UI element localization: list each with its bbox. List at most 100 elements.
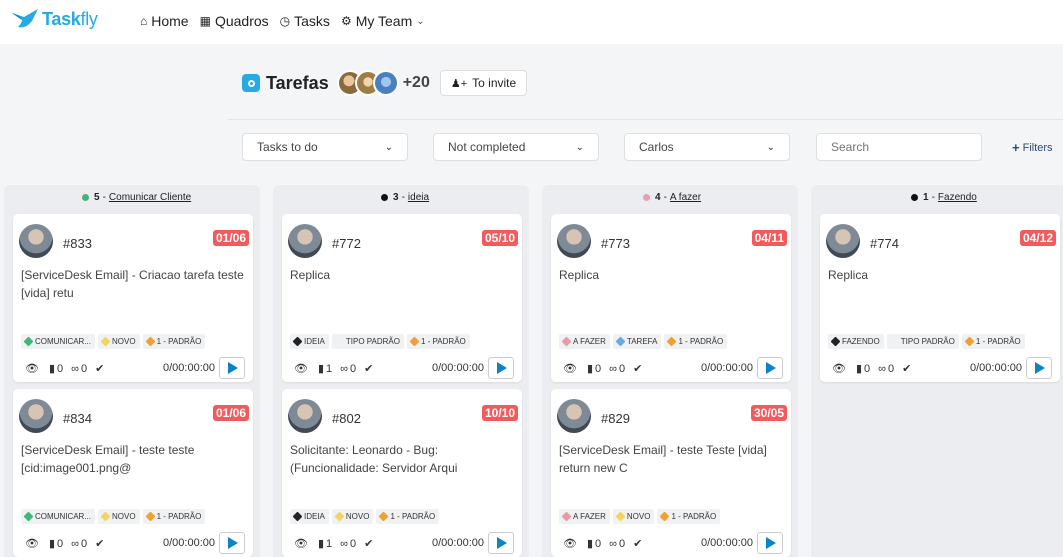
- paperclip-icon: ∞: [340, 537, 348, 550]
- play-timer-button[interactable]: [757, 532, 783, 554]
- play-timer-button[interactable]: [757, 357, 783, 379]
- task-id: #829: [601, 411, 630, 426]
- due-date-badge: 01/06: [212, 405, 249, 421]
- column-header: 4- A fazer: [643, 192, 701, 203]
- task-description: Replica: [290, 268, 331, 282]
- board-header: Tarefas +20 ♟+ To invite: [242, 70, 528, 96]
- check-icon: ✔: [95, 363, 105, 375]
- play-timer-button[interactable]: [1026, 357, 1052, 379]
- play-icon: [766, 537, 776, 549]
- task-description: [ServiceDesk Email] - teste teste [cid:i…: [21, 443, 195, 475]
- avatar: [19, 399, 53, 433]
- column-name-link[interactable]: ideia: [408, 192, 429, 203]
- card-meta: 👁 ▮ 1 ∞ 0 ✔: [294, 362, 374, 376]
- due-date-badge: 01/06: [212, 230, 249, 246]
- tag: NOVO: [331, 509, 374, 524]
- task-card[interactable]: #829 30/05 [ServiceDesk Email] - teste T…: [551, 389, 791, 557]
- tag: TAREFA: [612, 334, 662, 349]
- task-description: Replica: [828, 268, 869, 282]
- nav-tasks[interactable]: ◷ Tasks: [280, 13, 330, 29]
- avatar: [19, 224, 53, 258]
- comment-icon: ▮: [586, 538, 594, 550]
- play-icon: [497, 362, 507, 374]
- avatar: [826, 224, 860, 258]
- task-card[interactable]: #834 01/06 [ServiceDesk Email] - teste t…: [13, 389, 253, 557]
- play-timer-button[interactable]: [219, 532, 245, 554]
- member-avatars[interactable]: [336, 70, 399, 96]
- tag: IDEIA: [290, 509, 329, 524]
- chevron-down-icon: ⌄: [416, 15, 425, 27]
- status-dot: [643, 194, 650, 201]
- column-name-link[interactable]: Fazendo: [938, 192, 977, 203]
- user-filter-select[interactable]: Carlos ⌄: [624, 133, 790, 161]
- check-icon: ✔: [364, 363, 374, 375]
- tag-list: FAZENDO TIPO PADRÃO 1 - PADRÃO: [828, 334, 1028, 349]
- add-user-icon: ♟+: [450, 77, 468, 90]
- nav-my-team[interactable]: ⚙ My Team ⌄: [341, 13, 425, 29]
- chevron-down-icon: ⌄: [766, 141, 775, 153]
- divider: [228, 119, 1063, 120]
- column-header: 3- ideia: [381, 192, 429, 203]
- card-meta: 👁 ▮ 0 ∞ 0 ✔: [25, 362, 105, 376]
- tag: TIPO PADRÃO: [886, 334, 959, 349]
- task-id: #772: [332, 236, 361, 251]
- avatar[interactable]: [372, 70, 399, 96]
- column-name-link[interactable]: Comunicar Cliente: [109, 192, 191, 203]
- paperclip-icon: ∞: [71, 537, 79, 550]
- task-card[interactable]: #772 05/10 Replica IDEIA TIPO PADRÃO 1 -…: [282, 214, 522, 382]
- card-meta: 👁 ▮ 0 ∞ 0 ✔: [832, 362, 912, 376]
- column-header: 5- Comunicar Cliente: [82, 192, 191, 203]
- task-card[interactable]: #833 01/06 [ServiceDesk Email] - Criacao…: [13, 214, 253, 382]
- task-id: #833: [63, 236, 92, 251]
- filters-button[interactable]: + Filters: [1012, 140, 1053, 155]
- status-filter-select[interactable]: Tasks to do ⌄: [242, 133, 408, 161]
- eye-icon: 👁: [294, 363, 308, 375]
- tag: NOVO: [98, 509, 140, 524]
- task-card[interactable]: #773 04/11 Replica A FAZER TAREFA 1 - PA…: [551, 214, 791, 382]
- bird-logo-icon: [12, 9, 38, 28]
- tag: 1 - PADRÃO: [142, 334, 206, 349]
- chevron-down-icon: ⌄: [384, 141, 393, 153]
- task-id: #773: [601, 236, 630, 251]
- status-dot: [381, 194, 388, 201]
- play-icon: [766, 362, 776, 374]
- timer-value: 0/00:00:00: [432, 537, 484, 549]
- tag: 1 - PADRÃO: [376, 509, 440, 524]
- timer-value: 0/00:00:00: [701, 362, 753, 374]
- search-input[interactable]: [816, 133, 982, 161]
- main-nav: ⌂ Home ▦ Quadros ◷ Tasks ⚙ My Team ⌄: [140, 13, 436, 29]
- task-card[interactable]: #774 04/12 Replica FAZENDO TIPO PADRÃO 1…: [820, 214, 1060, 382]
- taskfly-logo[interactable]: Taskfly: [10, 7, 98, 31]
- play-icon: [497, 537, 507, 549]
- avatar: [288, 224, 322, 258]
- tag-list: COMUNICAR... NOVO 1 - PADRÃO: [21, 334, 208, 349]
- nav-quadros[interactable]: ▦ Quadros: [200, 13, 269, 29]
- paperclip-icon: ∞: [340, 362, 348, 375]
- tag: 1 - PADRÃO: [961, 334, 1025, 349]
- timer-value: 0/00:00:00: [163, 362, 215, 374]
- invite-button[interactable]: ♟+ To invite: [439, 70, 528, 96]
- eye-icon: 👁: [25, 538, 39, 550]
- completion-filter-select[interactable]: Not completed ⌄: [433, 133, 599, 161]
- play-timer-button[interactable]: [488, 532, 514, 554]
- tag: 1 - PADRÃO: [142, 509, 206, 524]
- tag: 1 - PADRÃO: [657, 509, 721, 524]
- task-card[interactable]: #802 10/10 Solicitante: Leonardo - Bug: …: [282, 389, 522, 557]
- board-icon: [242, 74, 260, 92]
- gear-icon: ⚙: [340, 14, 352, 28]
- card-meta: 👁 ▮ 0 ∞ 0 ✔: [563, 537, 643, 551]
- extra-members-count[interactable]: +20: [403, 74, 430, 92]
- tag-list: COMUNICAR... NOVO 1 - PADRÃO: [21, 509, 208, 524]
- task-id: #802: [332, 411, 361, 426]
- check-icon: ✔: [633, 538, 643, 550]
- play-timer-button[interactable]: [219, 357, 245, 379]
- tag: A FAZER: [559, 334, 610, 349]
- nav-home[interactable]: ⌂ Home: [140, 13, 189, 29]
- comment-icon: ▮: [48, 363, 56, 375]
- column-name-link[interactable]: A fazer: [670, 192, 701, 203]
- check-icon: ✔: [902, 363, 912, 375]
- tag-list: IDEIA TIPO PADRÃO 1 - PADRÃO: [290, 334, 473, 349]
- clock-icon: ◷: [279, 14, 291, 28]
- grid-icon: ▦: [199, 14, 211, 28]
- play-timer-button[interactable]: [488, 357, 514, 379]
